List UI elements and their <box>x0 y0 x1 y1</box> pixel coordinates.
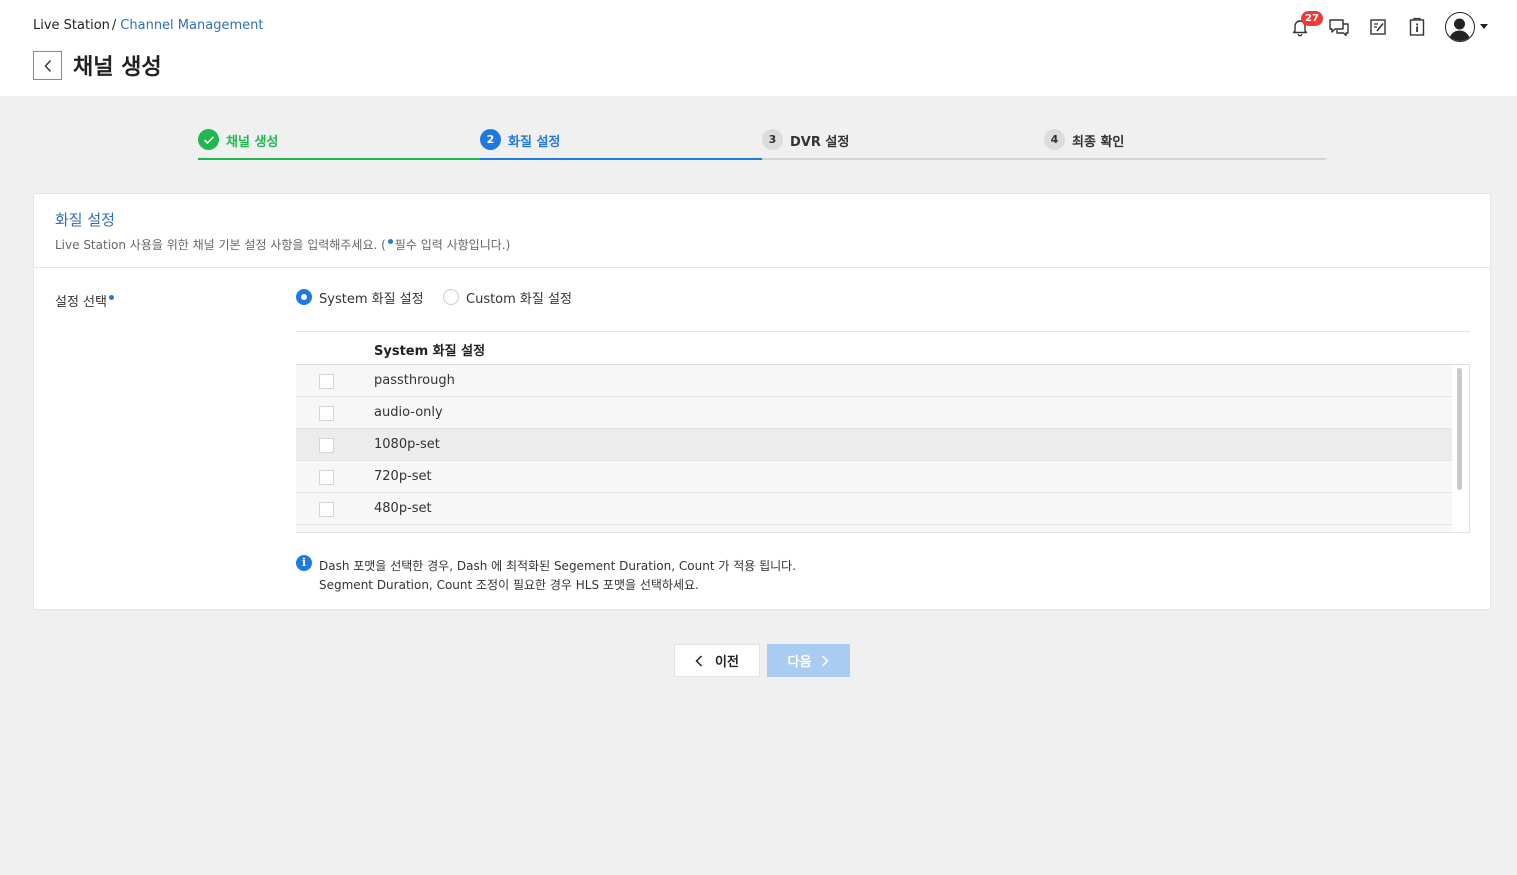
info-line-1: Dash 포맷을 선택한 경우, Dash 에 최적화된 Segement Du… <box>319 559 797 573</box>
step-underline <box>762 158 1044 160</box>
step-final-confirm: 4 최종 확인 <box>1044 128 1326 160</box>
row-checkbox[interactable] <box>319 406 334 421</box>
required-dot-icon <box>387 239 393 244</box>
table-row-partial <box>296 525 1452 532</box>
subtitle-prefix: Live Station 사용을 위한 채널 기본 설정 사항을 입력해주세요.… <box>55 238 386 252</box>
row-name: 480p-set <box>374 501 432 516</box>
radio-custom-quality[interactable]: Custom 화질 설정 <box>443 288 572 307</box>
card-header: 화질 설정 Live Station 사용을 위한 채널 기본 설정 사항을 입… <box>34 194 1490 268</box>
required-dot-icon <box>108 295 114 300</box>
table-body: passthrough audio-only 1080p-set 720p-se… <box>296 365 1470 532</box>
step-label: 최종 확인 <box>1072 135 1125 150</box>
field-label-setting-select: 설정 선택 <box>55 291 114 310</box>
step-underline <box>198 158 480 160</box>
back-button[interactable] <box>33 51 62 80</box>
radio-checked-icon[interactable] <box>296 289 312 305</box>
table-scrollbar[interactable] <box>1452 365 1469 532</box>
quality-settings-card: 화질 설정 Live Station 사용을 위한 채널 기본 설정 사항을 입… <box>33 193 1491 610</box>
subtitle-suffix: 필수 입력 사항입니다.) <box>394 238 511 252</box>
step-label: DVR 설정 <box>790 135 850 150</box>
next-button-label[interactable]: 다음 <box>788 651 812 670</box>
row-checkbox[interactable] <box>319 438 334 453</box>
section-title: 화질 설정 <box>55 211 115 229</box>
chat-icon[interactable] <box>1328 16 1350 38</box>
info-card-icon[interactable] <box>1406 16 1428 38</box>
step-number: 4 <box>1044 129 1065 150</box>
section-subtitle: Live Station 사용을 위한 채널 기본 설정 사항을 입력해주세요.… <box>55 236 510 253</box>
caret-down-icon[interactable] <box>1480 24 1488 29</box>
step-number: 2 <box>480 129 501 150</box>
table-row[interactable]: passthrough <box>296 365 1452 397</box>
step-label: 화질 설정 <box>508 135 561 150</box>
page-title: 채널 생성 <box>73 55 162 80</box>
breadcrumb-root[interactable]: Live Station <box>33 18 110 33</box>
note-edit-icon[interactable] <box>1367 16 1389 38</box>
scrollbar-thumb[interactable] <box>1457 368 1462 490</box>
table-row[interactable]: 1080p-set <box>296 429 1452 461</box>
field-label-text: 설정 선택 <box>55 295 107 310</box>
row-checkbox[interactable] <box>319 470 334 485</box>
table-row[interactable]: 480p-set <box>296 493 1452 525</box>
prev-button[interactable]: 이전 <box>674 644 760 677</box>
table-row[interactable]: 720p-set <box>296 461 1452 493</box>
check-icon <box>198 129 219 150</box>
column-header: System 화질 설정 <box>374 344 486 359</box>
user-avatar-icon[interactable] <box>1445 12 1475 42</box>
table-header: System 화질 설정 <box>296 332 1470 365</box>
breadcrumb-separator: / <box>111 18 117 33</box>
step-quality-settings: 2 화질 설정 <box>480 128 762 160</box>
radio-label[interactable]: Custom 화질 설정 <box>466 288 572 307</box>
radio-label[interactable]: System 화질 설정 <box>319 288 424 307</box>
step-underline <box>480 158 762 160</box>
row-name: 720p-set <box>374 469 432 484</box>
step-number: 3 <box>762 129 783 150</box>
step-dvr-settings: 3 DVR 설정 <box>762 128 1044 160</box>
breadcrumb-current[interactable]: Channel Management <box>120 18 263 33</box>
stepper: 채널 생성 2 화질 설정 3 DVR 설정 4 최종 확인 <box>198 128 1326 160</box>
info-line-2: Segment Duration, Count 조정이 필요한 경우 HLS 포… <box>319 578 699 592</box>
step-channel-create: 채널 생성 <box>198 128 480 160</box>
step-underline <box>1044 158 1326 160</box>
row-name: passthrough <box>374 373 455 388</box>
chevron-left-icon <box>695 654 703 667</box>
notification-badge: 27 <box>1301 11 1323 26</box>
system-quality-table: System 화질 설정 passthrough audio-only 1080… <box>296 331 1470 533</box>
prev-button-label[interactable]: 이전 <box>715 651 739 670</box>
row-checkbox[interactable] <box>319 502 334 517</box>
row-checkbox[interactable] <box>319 374 334 389</box>
info-icon: i <box>296 555 312 571</box>
radio-system-quality[interactable]: System 화질 설정 <box>296 288 424 307</box>
row-name: 1080p-set <box>374 437 440 452</box>
breadcrumb: Live Station / Channel Management <box>33 18 263 33</box>
next-button[interactable]: 다음 <box>767 644 850 677</box>
chevron-right-icon <box>821 654 830 667</box>
table-row[interactable]: audio-only <box>296 397 1452 429</box>
step-label: 채널 생성 <box>226 135 279 150</box>
page-header: Live Station / Channel Management 채널 생성 27 <box>0 0 1517 96</box>
chevron-left-icon <box>44 59 51 72</box>
row-name: audio-only <box>374 405 443 420</box>
radio-unchecked-icon[interactable] <box>443 289 459 305</box>
